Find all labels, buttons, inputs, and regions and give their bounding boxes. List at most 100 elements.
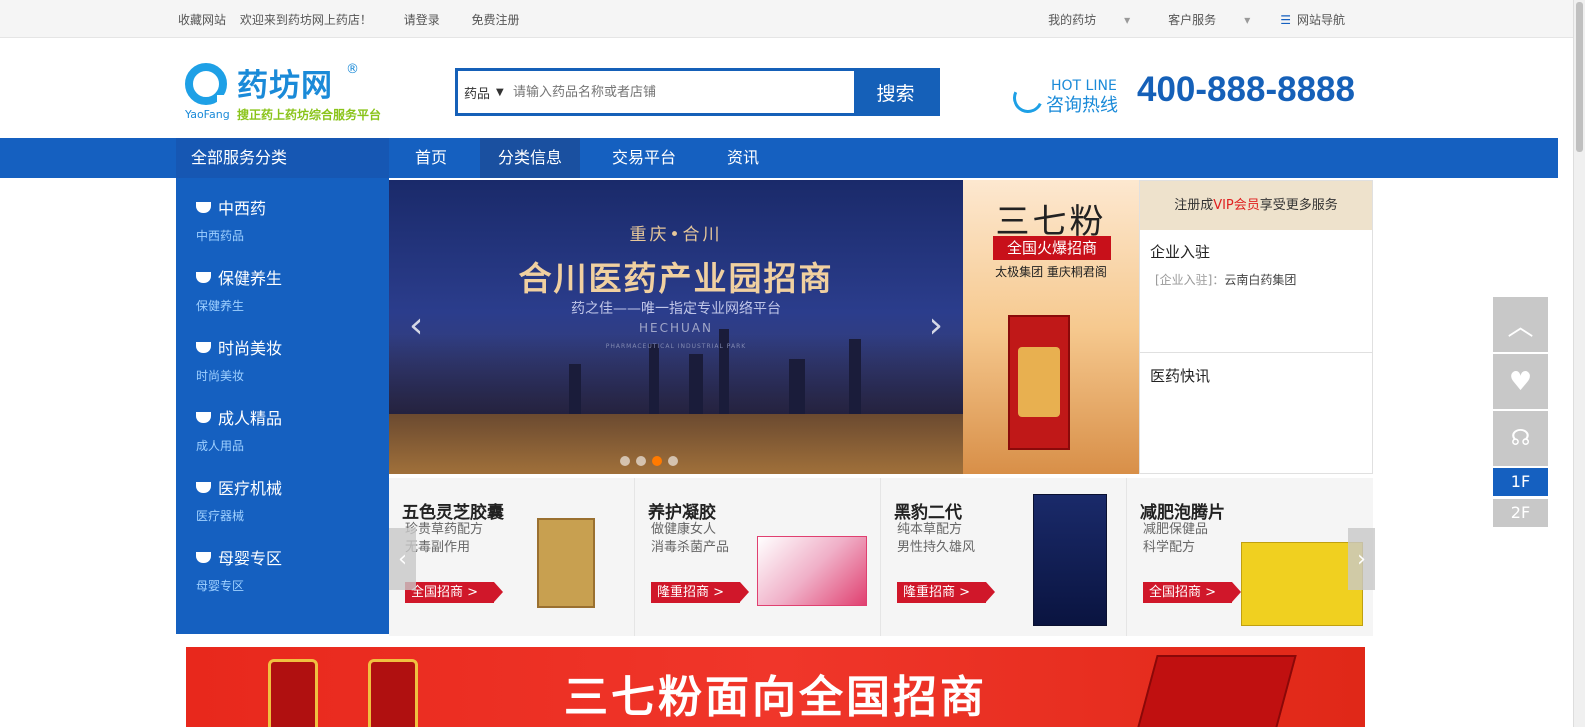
enterprise-title[interactable]: 企业入驻 xyxy=(1150,241,1362,262)
logo-icon[interactable] xyxy=(185,63,227,105)
floor-1-button[interactable]: 1F xyxy=(1493,468,1548,496)
promo-badge: 全国火爆招商 xyxy=(993,236,1111,260)
vip-header[interactable]: 注册成VIP会员享受更多服务 xyxy=(1140,181,1372,230)
building xyxy=(849,339,861,414)
product-title: 五色灵芝胶囊 xyxy=(402,503,504,523)
product-title: 黑豹二代 xyxy=(894,503,962,523)
main-banner[interactable]: 重庆•合川 合川医药产业园招商 药之佳——唯一指定专业网络平台 HECHUAN … xyxy=(389,180,963,474)
enterprise-entry[interactable]: [企业入驻]：云南白药集团 xyxy=(1150,271,1362,288)
banner-dot[interactable] xyxy=(652,456,662,466)
nav-category-info[interactable]: 分类信息 xyxy=(480,138,581,178)
favorite-button[interactable]: ♥ xyxy=(1493,354,1548,409)
building xyxy=(719,329,729,414)
product-desc: 纯本草配方 男性持久雄风 xyxy=(897,521,975,557)
category-sub[interactable]: 保健养生 xyxy=(196,297,282,314)
caret-down-icon: ▾ xyxy=(1124,12,1131,27)
enterprise-tag: [企业入驻]： xyxy=(1155,273,1225,287)
search-category-select[interactable]: 药品 ▼ xyxy=(458,71,513,113)
caret-down-icon: ▾ xyxy=(1244,12,1251,27)
bowl-icon xyxy=(196,201,211,213)
product-desc: 珍贵草药配方 无毒副作用 xyxy=(405,521,483,557)
category-title: 保健养生 xyxy=(218,269,283,288)
nav-home[interactable]: 首页 xyxy=(415,138,447,178)
category-sub[interactable]: 时尚美妆 xyxy=(196,367,282,384)
news-title[interactable]: 医药快讯 xyxy=(1140,353,1372,398)
category-sidebar: 中西药 中西药品 保健养生 保健养生 时尚美妆 时尚美妆 成人精品 成人用品 医… xyxy=(176,178,389,634)
nav-trade-platform[interactable]: 交易平台 xyxy=(612,138,676,178)
site-nav-menu[interactable]: ☰ 网站导航 xyxy=(1280,11,1345,28)
product-invest-button[interactable]: 全国招商 > xyxy=(405,582,504,603)
bowl-icon xyxy=(196,411,211,423)
products-prev-arrow[interactable]: ‹ xyxy=(389,528,416,590)
banner-dot[interactable] xyxy=(620,456,630,466)
category-item[interactable]: 母婴专区 母婴专区 xyxy=(196,545,282,594)
product-image xyxy=(1241,542,1363,626)
banner-line5: PHARMACEUTICAL INDUSTRIAL PARK xyxy=(605,343,747,350)
category-item[interactable]: 成人精品 成人用品 xyxy=(196,405,282,454)
logo-en: YaoFang xyxy=(185,108,230,121)
product-desc: 做健康女人 消毒杀菌产品 xyxy=(651,521,729,557)
register-link[interactable]: 免费注册 xyxy=(472,13,520,27)
products-next-arrow[interactable]: › xyxy=(1348,528,1375,590)
product-card[interactable]: 黑豹二代 纯本草配方 男性持久雄风 隆重招商 > xyxy=(881,478,1127,636)
category-item[interactable]: 中西药 中西药品 xyxy=(196,195,266,244)
banner-line3: 药之佳——唯一指定专业网络平台 xyxy=(571,301,781,317)
product-invest-button[interactable]: 全国招商 > xyxy=(1143,582,1242,603)
chevron-up-icon: ︿ xyxy=(1507,312,1534,342)
customer-service-label: 客户服务 xyxy=(1168,12,1217,27)
product-card[interactable]: 减肥泡腾片 减肥保健品 科学配方 全国招商 > xyxy=(1127,478,1373,636)
logo-slogan: 搜正药上药坊综合服务平台 xyxy=(237,108,382,122)
building xyxy=(569,364,581,414)
enterprise-section: 企业入驻 [企业入驻]：云南白药集团 xyxy=(1140,230,1372,353)
category-sub[interactable]: 母婴专区 xyxy=(196,577,282,594)
category-sub[interactable]: 成人用品 xyxy=(196,437,282,454)
search-bar: 药品 ▼ 搜索 xyxy=(455,68,940,116)
top-bar: 收藏网站 欢迎来到药坊网上药店！ 请登录 免费注册 我的药坊 ▾ 客户服务 ▾ ☰ 网… xyxy=(0,0,1585,38)
product-title: 减肥泡腾片 xyxy=(1140,503,1225,523)
customer-service-button[interactable]: ☊ xyxy=(1493,411,1548,466)
enterprise-name: 云南白药集团 xyxy=(1224,273,1297,287)
category-item[interactable]: 保健养生 保健养生 xyxy=(196,265,282,314)
building xyxy=(789,359,805,414)
product-card[interactable]: 养护凝胶 做健康女人 消毒杀菌产品 隆重招商 > xyxy=(635,478,881,636)
category-item[interactable]: 时尚美妆 时尚美妆 xyxy=(196,335,282,384)
customer-service-menu[interactable]: 客户服务 ▾ xyxy=(1140,11,1250,28)
login-link[interactable]: 请登录 xyxy=(404,13,440,27)
search-category-label: 药品 xyxy=(464,86,491,102)
product-invest-button[interactable]: 隆重招商 > xyxy=(651,582,750,603)
category-sub[interactable]: 医疗器械 xyxy=(196,507,282,524)
vip-panel: 注册成VIP会员享受更多服务 企业入驻 [企业入驻]：云南白药集团 医药快讯 xyxy=(1139,180,1373,474)
search-button[interactable]: 搜索 xyxy=(854,71,937,113)
product-desc-line: 消毒杀菌产品 xyxy=(651,540,730,555)
bottom-banner[interactable]: 三七粉面向全国招商 xyxy=(186,647,1365,727)
banner-next-arrow[interactable]: › xyxy=(929,305,943,346)
my-pharmacy-menu[interactable]: 我的药坊 ▾ xyxy=(1020,11,1130,28)
banner-prev-arrow[interactable]: ‹ xyxy=(409,305,423,346)
banner-dot[interactable] xyxy=(668,456,678,466)
product-image xyxy=(1033,494,1107,626)
scrollbar[interactable] xyxy=(1573,0,1585,727)
bowl-icon xyxy=(196,341,211,353)
category-item[interactable]: 医疗机械 医疗器械 xyxy=(196,475,282,524)
back-to-top-button[interactable]: ︿ xyxy=(1493,297,1548,352)
vip-head-pre: 注册成 xyxy=(1174,198,1214,213)
bowl-icon xyxy=(196,481,211,493)
category-title: 成人精品 xyxy=(218,409,283,428)
product-box-image xyxy=(1008,315,1070,450)
logo-name[interactable]: 药坊网 xyxy=(237,60,333,105)
bookmark-link[interactable]: 收藏网站 xyxy=(178,13,226,27)
search-input[interactable] xyxy=(513,71,854,113)
registered-mark: ® xyxy=(346,62,359,77)
bowl-icon xyxy=(196,271,211,283)
category-sub[interactable]: 中西药品 xyxy=(196,227,266,244)
promo-sanqi[interactable]: 三七粉 全国火爆招商 太极集团 重庆桐君阁 xyxy=(963,180,1139,474)
product-invest-button[interactable]: 隆重招商 > xyxy=(897,582,996,603)
all-categories-button[interactable]: 全部服务分类 xyxy=(176,138,389,178)
banner-line2: 合川医药产业园招商 xyxy=(518,259,834,298)
floor-2-button[interactable]: 2F xyxy=(1493,499,1548,527)
nav-news[interactable]: 资讯 xyxy=(727,138,759,178)
product-card[interactable]: 五色灵芝胶囊 珍贵草药配方 无毒副作用 全国招商 > xyxy=(389,478,635,636)
scrollbar-thumb[interactable] xyxy=(1576,2,1583,152)
banner-line1: 重庆•合川 xyxy=(629,225,723,245)
banner-dot[interactable] xyxy=(636,456,646,466)
